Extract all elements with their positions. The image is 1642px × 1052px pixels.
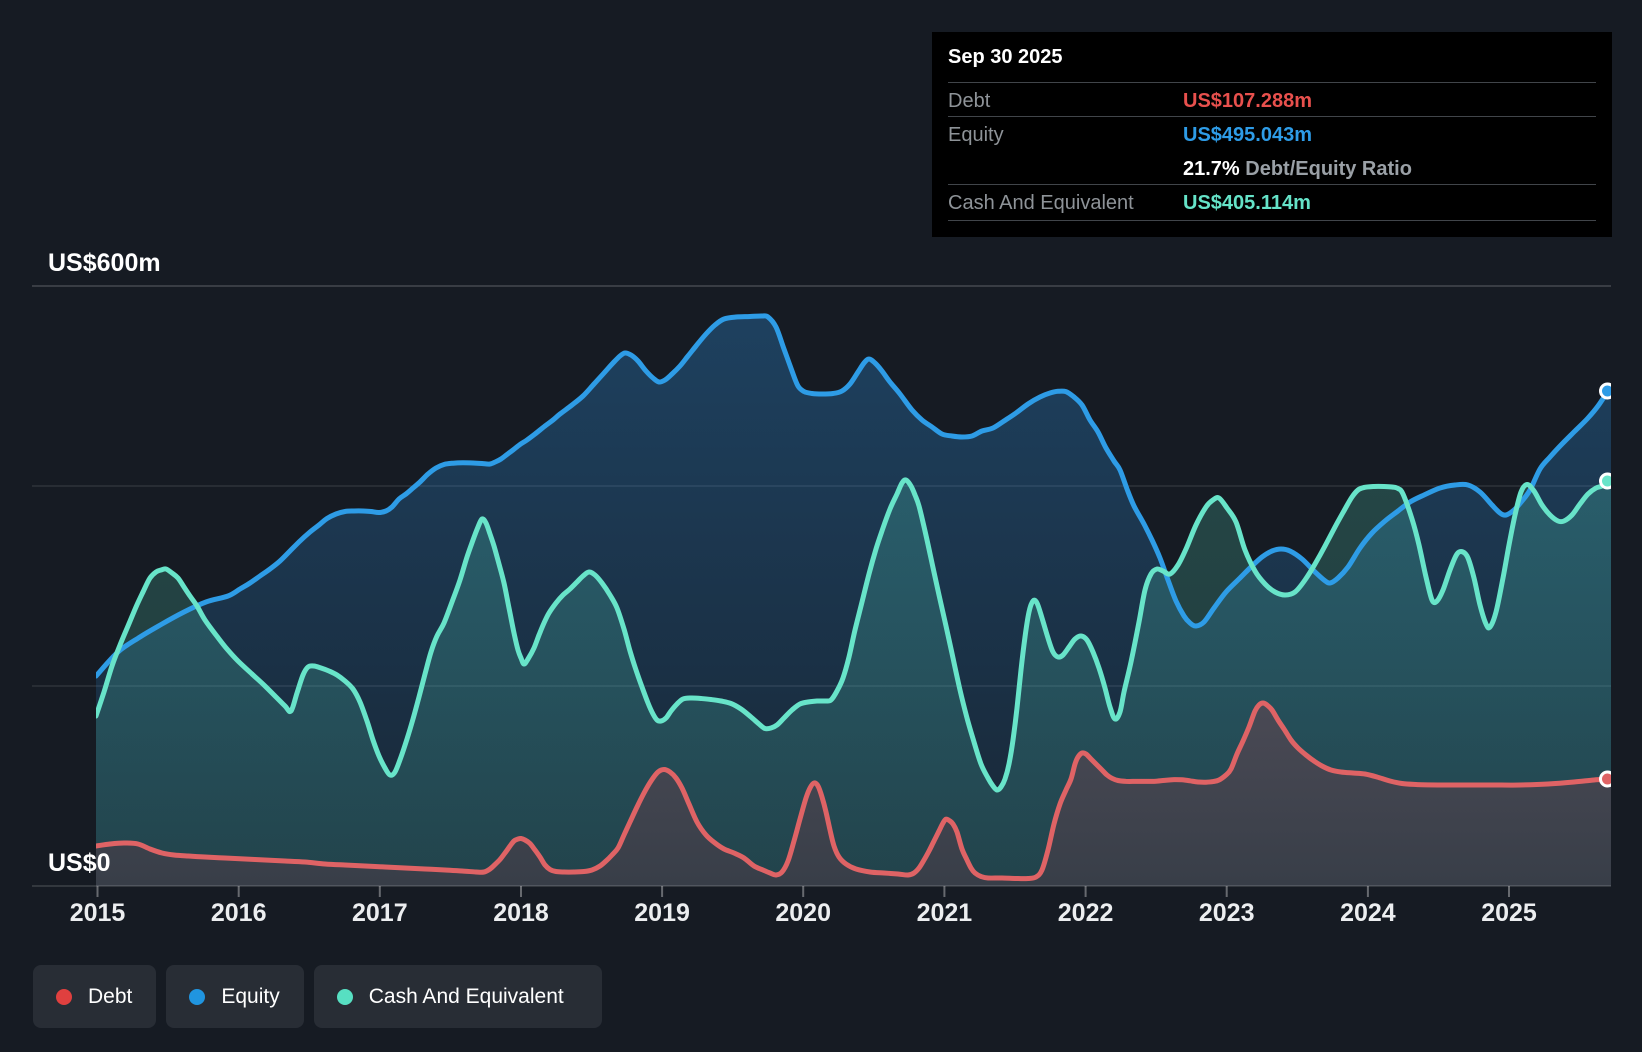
svg-text:2025: 2025	[1481, 899, 1537, 927]
svg-text:2020: 2020	[775, 899, 831, 927]
svg-text:2017: 2017	[352, 899, 408, 927]
svg-text:2016: 2016	[211, 899, 267, 927]
svg-text:2019: 2019	[634, 899, 690, 927]
svg-text:2023: 2023	[1199, 899, 1255, 927]
svg-text:US$600m: US$600m	[48, 249, 161, 277]
svg-text:2021: 2021	[917, 899, 973, 927]
svg-text:2018: 2018	[493, 899, 549, 927]
svg-text:2022: 2022	[1058, 899, 1114, 927]
svg-text:US$0: US$0	[48, 849, 111, 877]
svg-text:2024: 2024	[1340, 899, 1396, 927]
svg-text:2015: 2015	[70, 899, 126, 927]
